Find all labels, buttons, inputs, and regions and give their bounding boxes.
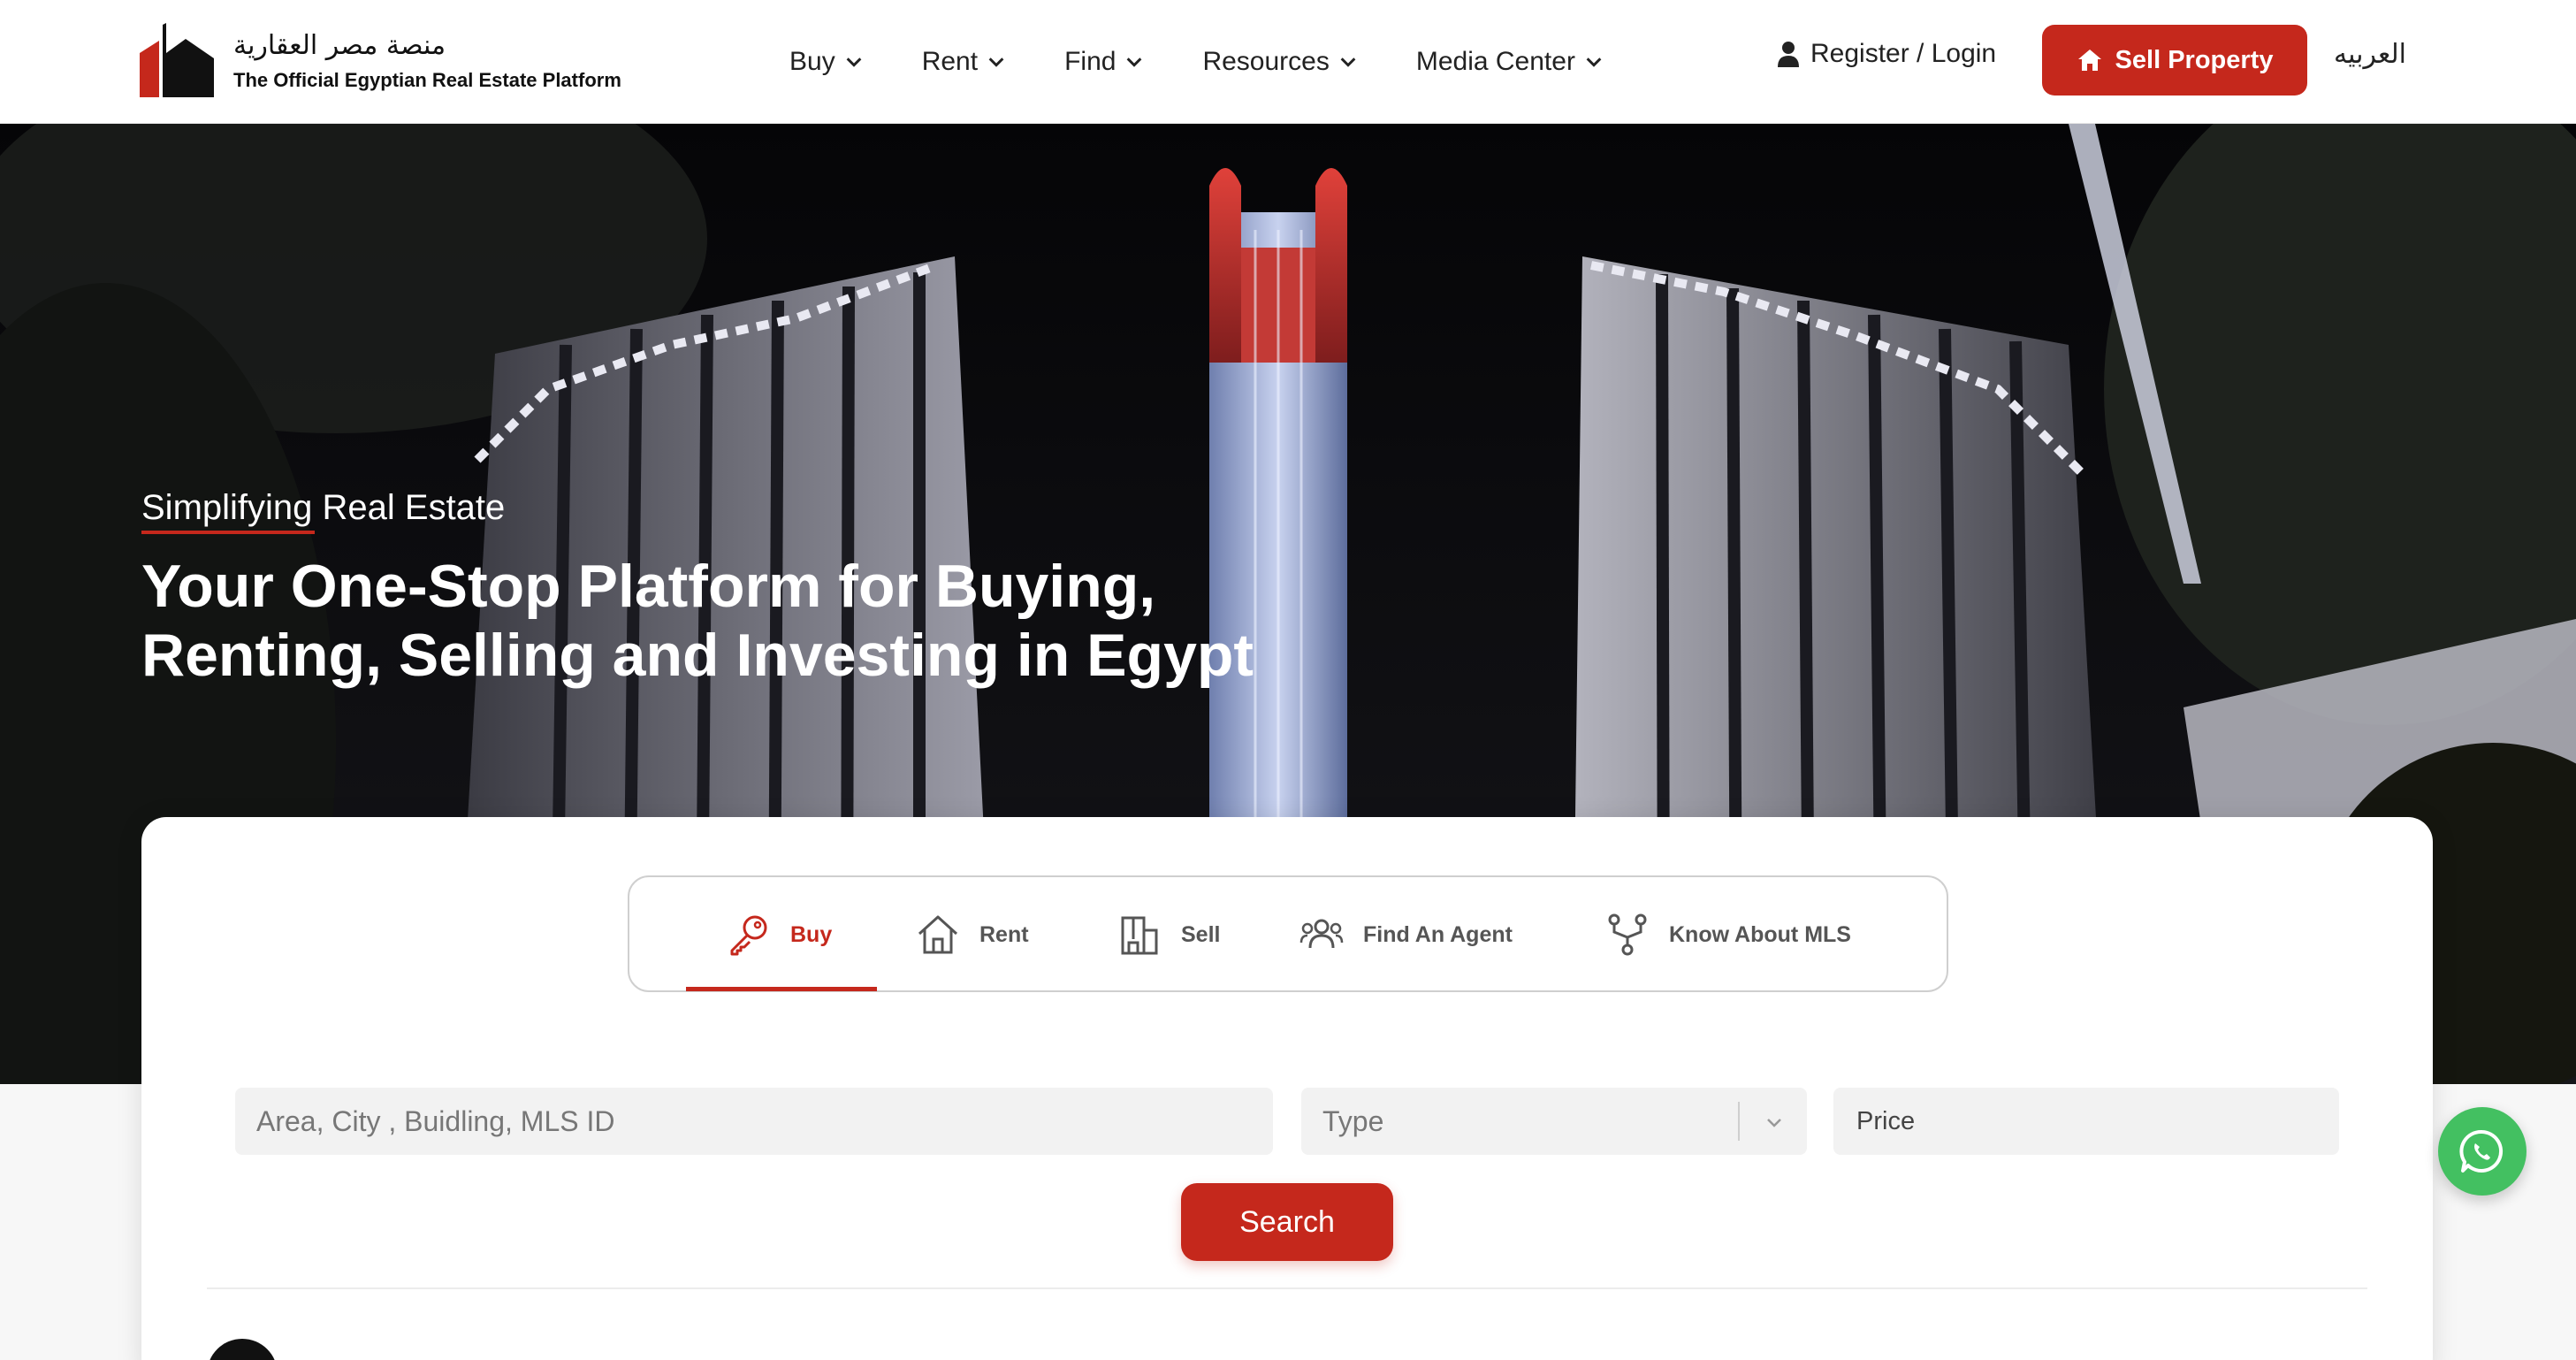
nav-item-label: Resources [1202, 47, 1330, 76]
select-divider [1738, 1102, 1740, 1141]
whatsapp-chat-button[interactable] [2438, 1107, 2526, 1196]
brand-logo[interactable]: منصة مصر العقارية The Official Egyptian … [140, 23, 652, 97]
key-icon [730, 915, 767, 956]
active-tab-indicator [686, 987, 877, 991]
logo-mark-icon [140, 23, 214, 97]
register-login-label: Register / Login [1810, 39, 1997, 68]
search-button[interactable]: Search [1181, 1183, 1393, 1261]
search-card: Buy Rent Sell Find An Agent Know About M… [141, 817, 2433, 1360]
brand-tagline: The Official Egyptian Real Estate Platfo… [233, 69, 621, 91]
location-search-input[interactable]: Area, City , Buidling, MLS ID [235, 1088, 1273, 1155]
chevron-down-icon [1586, 57, 1602, 67]
brand-name-arabic: منصة مصر العقارية [233, 30, 446, 61]
chevron-down-icon [988, 57, 1004, 67]
type-placeholder: Type [1322, 1104, 1384, 1137]
chevron-down-icon [1127, 57, 1142, 67]
tab-label: Know About MLS [1669, 921, 1851, 947]
nav-item-buy[interactable]: Buy [789, 47, 864, 77]
nav-item-resources[interactable]: Resources [1202, 47, 1357, 77]
network-icon [1608, 913, 1647, 956]
chevron-down-icon [1767, 1119, 1781, 1127]
tab-label: Sell [1181, 921, 1221, 947]
register-login-link[interactable]: Register / Login [1777, 39, 1996, 69]
price-placeholder: Price [1856, 1106, 1916, 1135]
main-nav: Buy Rent Find Resources Media Center [789, 41, 1662, 83]
house-icon [918, 915, 958, 954]
nav-item-label: Media Center [1415, 47, 1575, 76]
people-icon [1299, 919, 1344, 949]
tab-sell[interactable]: Sell [1117, 877, 1220, 992]
tab-label: Find An Agent [1363, 921, 1513, 947]
avatar [207, 1339, 278, 1360]
tab-know-about-mls[interactable]: Know About MLS [1605, 877, 1851, 992]
building-icon [1121, 916, 1158, 955]
site-header: منصة مصر العقارية The Official Egyptian … [0, 0, 2576, 124]
sell-property-label: Sell Property [2115, 45, 2274, 74]
tab-label: Buy [790, 921, 833, 947]
eyebrow-underline [141, 531, 315, 534]
tab-buy[interactable]: Buy [727, 877, 832, 992]
hero-title: Your One-Stop Platform for Buying, Renti… [141, 553, 1254, 689]
user-icon [1778, 42, 1799, 67]
hero-eyebrow: Simplifying Real Estate [141, 488, 506, 527]
property-type-select[interactable]: Type [1301, 1088, 1807, 1155]
sell-property-button[interactable]: Sell Property [2042, 25, 2307, 96]
nav-item-media-center[interactable]: Media Center [1416, 47, 1604, 77]
location-placeholder: Area, City , Buidling, MLS ID [256, 1104, 615, 1137]
whatsapp-icon [2459, 1129, 2504, 1173]
search-tabs: Buy Rent Sell Find An Agent Know About M… [628, 875, 1948, 992]
nav-item-label: Find [1064, 47, 1117, 76]
nav-item-label: Buy [789, 47, 835, 76]
tab-label: Rent [979, 921, 1029, 947]
tab-find-an-agent[interactable]: Find An Agent [1299, 877, 1513, 992]
nav-item-find[interactable]: Find [1064, 47, 1144, 77]
home-icon [2077, 50, 2101, 71]
nav-item-rent[interactable]: Rent [922, 47, 1006, 77]
nav-item-label: Rent [921, 47, 979, 76]
chevron-down-icon [846, 57, 862, 67]
tab-rent[interactable]: Rent [916, 877, 1029, 992]
section-divider [207, 1287, 2367, 1289]
price-input[interactable]: Price [1833, 1088, 2339, 1155]
chevron-down-icon [1340, 57, 1356, 67]
language-switch[interactable]: العربيه [2334, 39, 2406, 70]
